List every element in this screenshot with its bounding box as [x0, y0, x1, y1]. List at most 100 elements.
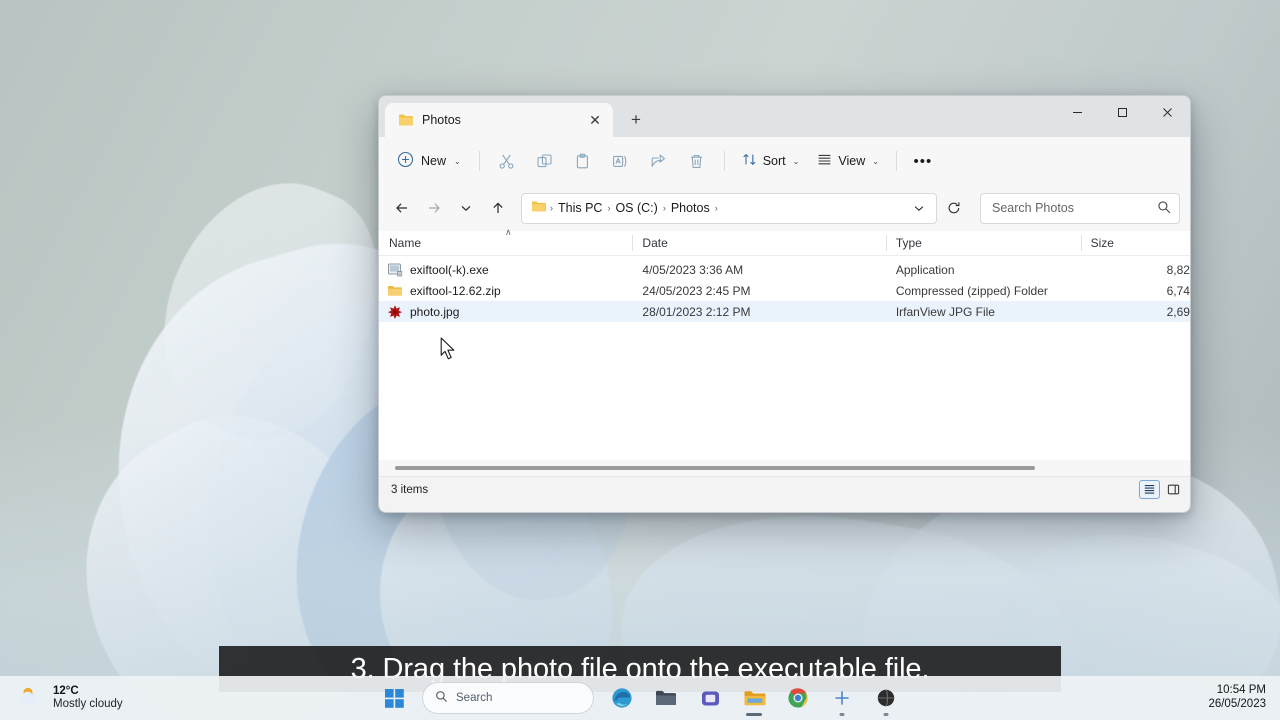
store-icon[interactable]	[822, 678, 862, 718]
column-label-type: Type	[895, 236, 922, 250]
column-header-type[interactable]: Type	[885, 231, 1081, 256]
file-type-cell: Compressed (zipped) Folder	[895, 283, 1048, 298]
weather-widget[interactable]: 12°C Mostly cloudy	[0, 685, 220, 712]
file-type-cell: Application	[895, 262, 955, 277]
file-size-cell: 8,82	[1166, 262, 1190, 277]
breadcrumb-photos[interactable]: Photos	[667, 201, 714, 215]
file-explorer-window: Photos ✕ + New ⌄ Sort ⌄ View ⌄ ••• › Thi…	[378, 95, 1191, 513]
search-icon[interactable]	[1157, 200, 1171, 217]
chevron-down-icon: ⌄	[872, 156, 879, 166]
cut-icon[interactable]	[489, 145, 525, 177]
item-count: 3 items	[391, 483, 429, 496]
folder-icon	[398, 113, 414, 127]
breadcrumb-separator: ›	[714, 203, 718, 213]
file-name: photo.jpg	[410, 304, 460, 319]
address-bar-actions	[906, 195, 932, 221]
status-bar: 3 items	[379, 476, 1190, 502]
scrollbar-track[interactable]	[387, 466, 1182, 470]
chevron-down-icon: ⌄	[454, 156, 461, 166]
file-explorer-icon[interactable]	[646, 678, 686, 718]
window-controls	[1055, 96, 1190, 129]
paste-icon[interactable]	[565, 145, 601, 177]
running-indicator	[839, 713, 845, 716]
column-header-date[interactable]: Date	[632, 231, 885, 256]
column-label-name: Name	[389, 236, 422, 250]
details-view-icon[interactable]	[1139, 480, 1160, 499]
running-indicator	[883, 713, 889, 716]
tab-photos[interactable]: Photos ✕	[385, 103, 613, 137]
title-bar: Photos ✕ +	[379, 96, 1190, 137]
scrollbar-thumb[interactable]	[395, 466, 1035, 470]
new-tab-button[interactable]: +	[621, 104, 651, 134]
close-button[interactable]	[1145, 96, 1190, 129]
new-button[interactable]: New ⌄	[391, 145, 470, 177]
taskbar-clock[interactable]: 10:54 PM 26/05/2023	[1208, 684, 1280, 711]
preview-pane-icon[interactable]	[1163, 480, 1184, 499]
column-label-size: Size	[1090, 236, 1114, 250]
plus-circle-icon	[397, 151, 414, 171]
horizontal-scrollbar[interactable]	[379, 460, 1190, 476]
breadcrumb-os-c[interactable]: OS (C:)	[611, 201, 661, 215]
address-dropdown-icon[interactable]	[906, 195, 932, 221]
search-input[interactable]: Search Photos	[992, 201, 1157, 215]
rename-icon[interactable]	[603, 145, 639, 177]
file-size-cell: 6,74	[1166, 283, 1190, 298]
sort-button[interactable]: Sort ⌄	[734, 145, 808, 177]
file-name-cell: exiftool-12.62.zip	[379, 280, 632, 301]
chrome-icon[interactable]	[778, 678, 818, 718]
file-list-pane: Name ∧ Date Type Size exiftool(-k).exe 4…	[379, 227, 1190, 460]
folder-icon[interactable]	[734, 678, 774, 718]
file-name-cell: exiftool(-k).exe	[379, 259, 632, 280]
teams-icon[interactable]	[690, 678, 730, 718]
maximize-button[interactable]	[1100, 96, 1145, 129]
zip-folder-icon	[387, 283, 403, 299]
breadcrumb-this-pc[interactable]: This PC	[554, 201, 606, 215]
toolbar-divider	[478, 151, 480, 171]
forward-button[interactable]	[419, 193, 449, 223]
address-bar[interactable]: › This PC › OS (C:) › Photos ›	[521, 192, 937, 224]
column-header-name[interactable]: Name ∧	[379, 227, 632, 256]
sun-behind-cloud-icon	[16, 685, 44, 712]
file-type-cell: IrfanView JPG File	[895, 304, 995, 319]
start-icon[interactable]	[374, 678, 414, 718]
command-toolbar: New ⌄ Sort ⌄ View ⌄ •••	[379, 137, 1190, 185]
copy-icon[interactable]	[527, 145, 563, 177]
column-header-size[interactable]: Size	[1080, 231, 1190, 256]
taskbar-search[interactable]: Search	[422, 682, 594, 714]
table-row[interactable]: exiftool(-k).exe 4/05/2023 3:36 AM Appli…	[379, 259, 1190, 280]
weather-text: 12°C Mostly cloudy	[53, 685, 123, 711]
view-icon	[817, 152, 832, 170]
edge-icon[interactable]	[602, 678, 642, 718]
file-date-cell: 4/05/2023 3:36 AM	[642, 262, 744, 277]
weather-temperature: 12°C	[53, 685, 79, 698]
minimize-button[interactable]	[1055, 96, 1100, 129]
search-box[interactable]: Search Photos	[980, 192, 1180, 224]
file-date-cell: 28/01/2023 2:12 PM	[642, 304, 751, 319]
file-name: exiftool(-k).exe	[410, 262, 489, 277]
recent-locations-button[interactable]	[451, 193, 481, 223]
table-row[interactable]: photo.jpg 28/01/2023 2:12 PM IrfanView J…	[379, 301, 1190, 322]
file-name: exiftool-12.62.zip	[410, 283, 501, 298]
share-icon[interactable]	[641, 145, 677, 177]
close-icon[interactable]: ✕	[583, 108, 607, 132]
sort-icon	[742, 152, 757, 170]
toolbar-divider	[895, 151, 897, 171]
application-exe-icon	[387, 262, 403, 278]
app-icon[interactable]	[866, 678, 906, 718]
clock-time: 10:54 PM	[1216, 684, 1266, 697]
up-button[interactable]	[483, 193, 513, 223]
more-options-button[interactable]: •••	[906, 145, 940, 177]
table-row[interactable]: exiftool-12.62.zip 24/05/2023 2:45 PM Co…	[379, 280, 1190, 301]
folder-icon	[531, 200, 546, 216]
sort-label: Sort	[762, 154, 786, 168]
back-button[interactable]	[387, 193, 417, 223]
taskbar: 12°C Mostly cloudy Search 10:54 PM 26/05…	[0, 676, 1280, 720]
taskbar-search-placeholder: Search	[456, 692, 493, 704]
weather-description: Mostly cloudy	[53, 698, 123, 710]
delete-icon[interactable]	[679, 145, 715, 177]
view-button[interactable]: View ⌄	[809, 145, 887, 177]
toolbar-divider	[723, 151, 725, 171]
refresh-button[interactable]	[939, 193, 969, 223]
file-name-cell: photo.jpg	[379, 301, 632, 322]
taskbar-apps: Search	[374, 678, 906, 718]
